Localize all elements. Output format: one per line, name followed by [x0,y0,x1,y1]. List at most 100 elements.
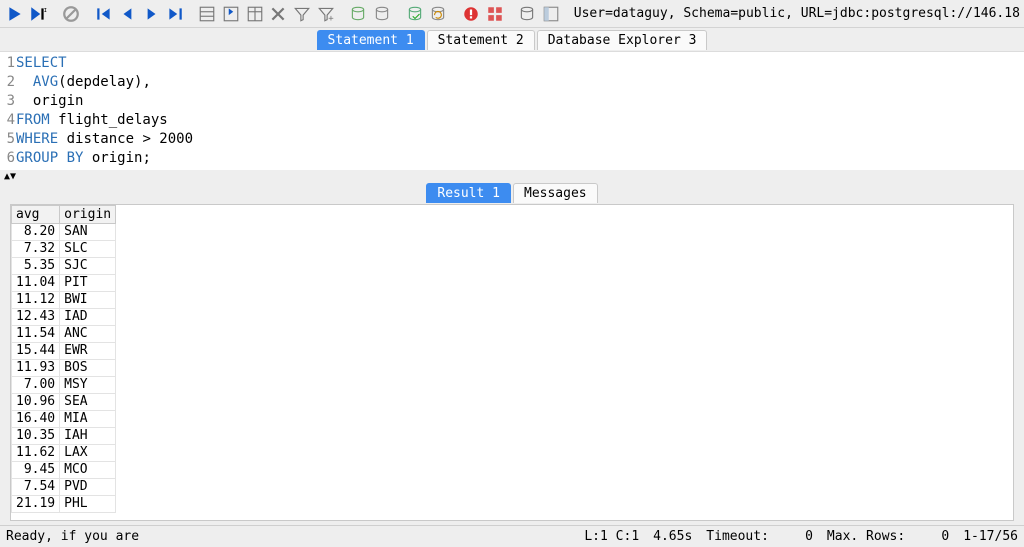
cell-avg[interactable]: 7.54 [12,479,60,496]
db-save-icon[interactable] [404,2,426,26]
cell-avg[interactable]: 12.43 [12,309,60,326]
table-row[interactable]: 11.54ANC [12,326,116,343]
status-rowcount: 1-17/56 [963,529,1018,544]
table-row[interactable]: 16.40MIA [12,411,116,428]
cell-origin[interactable]: ANC [60,326,116,343]
run-icon[interactable] [4,2,26,26]
splitter-handle[interactable]: ▲▼ [0,170,1024,182]
sql-editor[interactable]: 1SELECT2 AVG(depdelay),3 origin4FROM fli… [0,52,1024,170]
cell-avg[interactable]: 7.00 [12,377,60,394]
first-icon[interactable] [93,2,115,26]
code-line[interactable]: SELECT [16,54,1024,73]
db-icon[interactable] [371,2,393,26]
db-open-icon[interactable] [347,2,369,26]
cell-avg[interactable]: 9.45 [12,462,60,479]
insert-row-icon[interactable] [220,2,242,26]
run-cursor-icon[interactable]: I [28,2,50,26]
result-tab-2[interactable]: Messages [513,183,598,203]
delete-icon[interactable] [268,2,290,26]
cell-origin[interactable]: IAH [60,428,116,445]
grid-icon[interactable] [197,2,219,26]
result-scroll[interactable]: avgorigin8.20SAN7.32SLC5.35SJC11.04PIT11… [10,204,1014,521]
table-row[interactable]: 8.20SAN [12,224,116,241]
cell-avg[interactable]: 10.35 [12,428,60,445]
cell-avg[interactable]: 5.35 [12,258,60,275]
cell-origin[interactable]: SEA [60,394,116,411]
table-row[interactable]: 7.32SLC [12,241,116,258]
connection-info: User=dataguy, Schema=public, URL=jdbc:po… [574,6,1020,21]
cell-origin[interactable]: SAN [60,224,116,241]
cell-avg[interactable]: 7.32 [12,241,60,258]
cell-origin[interactable]: BOS [60,360,116,377]
cell-avg[interactable]: 8.20 [12,224,60,241]
cell-origin[interactable]: SLC [60,241,116,258]
cell-origin[interactable]: SJC [60,258,116,275]
alert-icon[interactable] [460,2,482,26]
cell-avg[interactable]: 11.54 [12,326,60,343]
db-refresh-icon[interactable] [427,2,449,26]
cell-avg[interactable]: 21.19 [12,496,60,513]
table-row[interactable]: 11.12BWI [12,292,116,309]
cell-origin[interactable]: BWI [60,292,116,309]
filter-add-icon[interactable]: + [315,2,337,26]
status-timeout-label: Timeout: [706,529,769,544]
layout-icon[interactable] [540,2,562,26]
table-row[interactable]: 21.19PHL [12,496,116,513]
prev-icon[interactable] [117,2,139,26]
col-header-origin[interactable]: origin [60,206,116,224]
table-row[interactable]: 11.62LAX [12,445,116,462]
table-row[interactable]: 12.43IAD [12,309,116,326]
cell-origin[interactable]: MIA [60,411,116,428]
code-line[interactable]: FROM flight_delays [16,111,1024,130]
gutter-line: 1 [0,54,16,73]
cell-avg[interactable]: 11.04 [12,275,60,292]
table-row[interactable]: 15.44EWR [12,343,116,360]
code-line[interactable]: WHERE distance > 2000 [16,130,1024,149]
tab-statement-2[interactable]: Statement 2 [427,30,535,50]
table-row[interactable]: 9.45MCO [12,462,116,479]
table-icon[interactable] [244,2,266,26]
last-icon[interactable] [164,2,186,26]
db-console-icon[interactable] [517,2,539,26]
code-line[interactable]: origin [16,92,1024,111]
table-row[interactable]: 11.04PIT [12,275,116,292]
tab-statement-1[interactable]: Statement 1 [317,30,425,50]
cell-origin[interactable]: MSY [60,377,116,394]
svg-text:+: + [328,13,334,22]
table-row[interactable]: 10.96SEA [12,394,116,411]
cell-avg[interactable]: 11.93 [12,360,60,377]
cell-avg[interactable]: 10.96 [12,394,60,411]
status-bar: Ready, if you are L:1 C:1 4.65s Timeout:… [0,525,1024,547]
cell-origin[interactable]: LAX [60,445,116,462]
table-row[interactable]: 5.35SJC [12,258,116,275]
cell-origin[interactable]: PHL [60,496,116,513]
filter-icon[interactable] [291,2,313,26]
table-row[interactable]: 7.54PVD [12,479,116,496]
cell-origin[interactable]: IAD [60,309,116,326]
table-row[interactable]: 10.35IAH [12,428,116,445]
cell-avg[interactable]: 15.44 [12,343,60,360]
table-row[interactable]: 7.00MSY [12,377,116,394]
cell-origin[interactable]: PIT [60,275,116,292]
status-timeout-value[interactable]: 0 [783,529,813,544]
cell-origin[interactable]: PVD [60,479,116,496]
cell-avg[interactable]: 16.40 [12,411,60,428]
cell-avg[interactable]: 11.62 [12,445,60,462]
cell-avg[interactable]: 11.12 [12,292,60,309]
panes-icon[interactable] [484,2,506,26]
result-tabs: Result 1Messages [0,182,1024,204]
col-header-avg[interactable]: avg [12,206,60,224]
cell-origin[interactable]: EWR [60,343,116,360]
status-maxrows-value[interactable]: 0 [919,529,949,544]
cell-origin[interactable]: MCO [60,462,116,479]
status-time: 4.65s [653,529,692,544]
statement-tabs: Statement 1Statement 2Database Explorer … [0,28,1024,52]
tab-statement-3[interactable]: Database Explorer 3 [537,30,708,50]
status-message: Ready, if you are [6,529,139,544]
result-tab-1[interactable]: Result 1 [426,183,511,203]
next-icon[interactable] [140,2,162,26]
table-row[interactable]: 11.93BOS [12,360,116,377]
code-line[interactable]: AVG(depdelay), [16,73,1024,92]
status-maxrows-label: Max. Rows: [827,529,905,544]
code-line[interactable]: GROUP BY origin; [16,149,1024,168]
